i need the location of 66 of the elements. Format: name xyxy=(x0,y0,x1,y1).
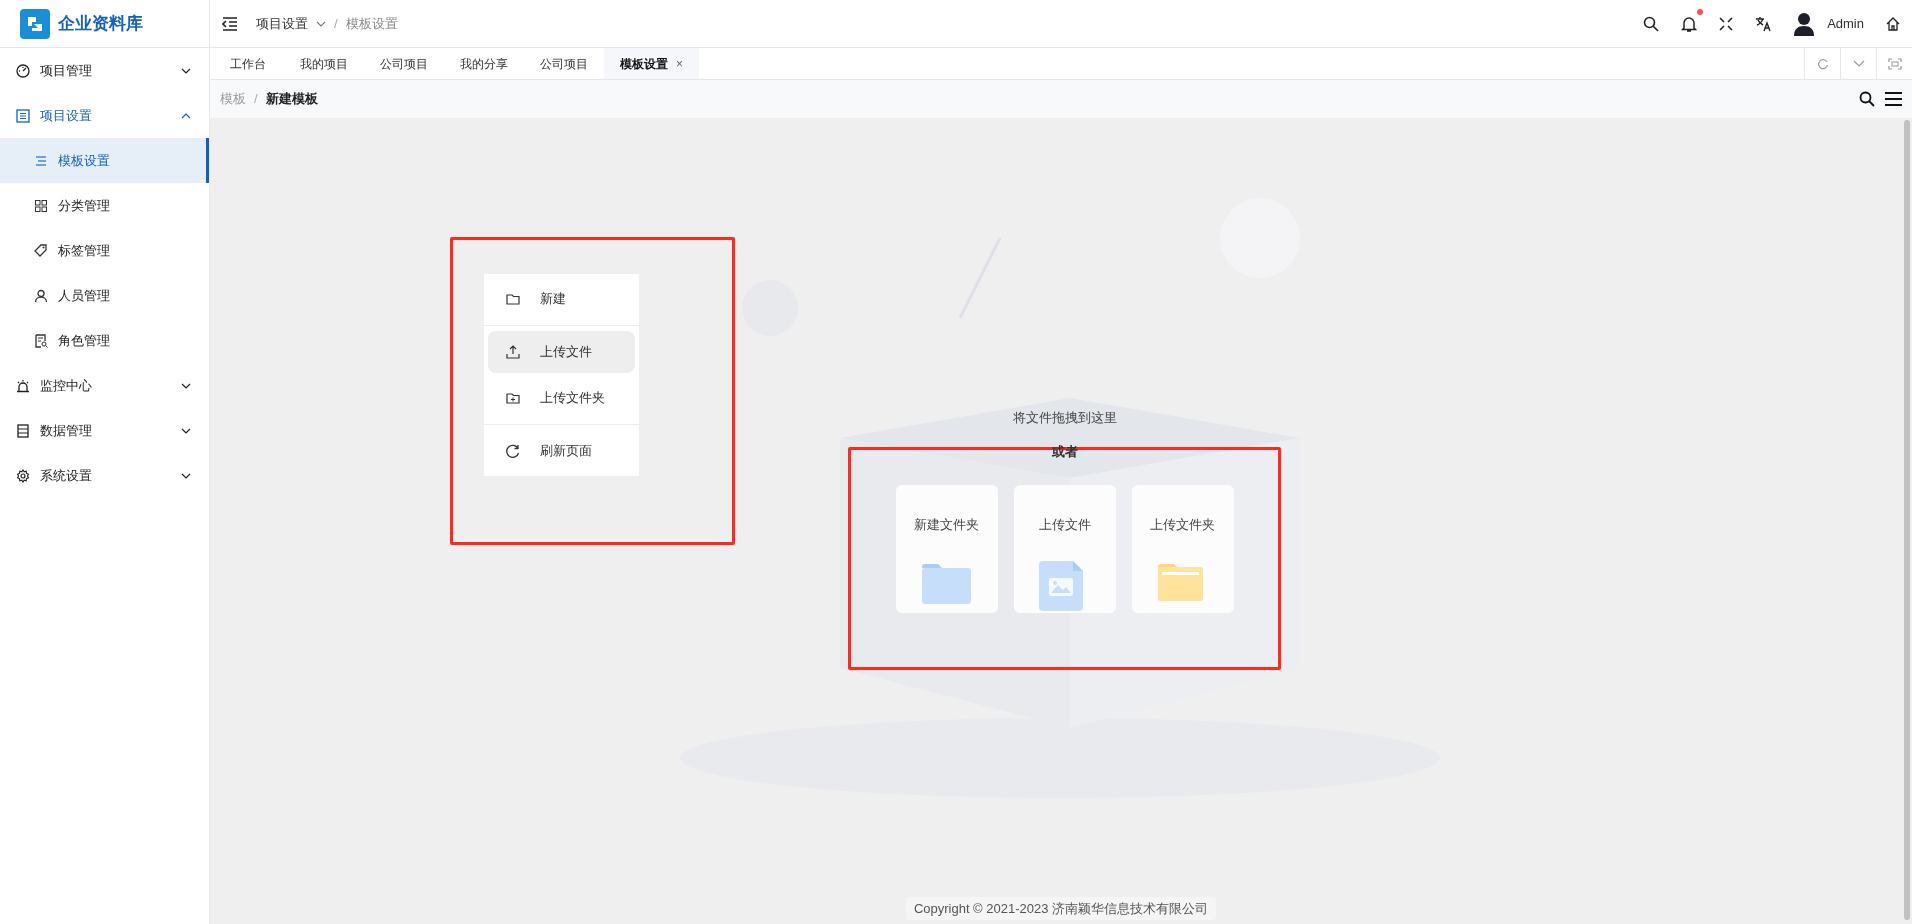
settings-icon xyxy=(16,468,30,483)
sidebar-item[interactable]: 监控中心 xyxy=(0,363,209,408)
document-search-icon xyxy=(34,333,48,348)
grid-icon xyxy=(34,198,48,213)
sidebar-item[interactable]: 分类管理 xyxy=(0,183,209,228)
sidebar-item[interactable]: 数据管理 xyxy=(0,408,209,453)
refresh-icon xyxy=(506,444,520,458)
alarm-icon xyxy=(16,378,30,393)
breadcrumb-item[interactable]: 项目设置 xyxy=(256,13,308,34)
user-avatar-icon[interactable] xyxy=(1793,11,1816,36)
tab[interactable]: 公司项目 xyxy=(524,48,604,79)
breadcrumb-separator: / xyxy=(254,90,258,109)
copyright-text: Copyright © 2021-2023 济南颖华信息技术有限公司 xyxy=(905,896,1217,920)
folder-plus-icon xyxy=(506,391,520,405)
sidebar-item[interactable]: 系统设置 xyxy=(0,453,209,498)
breadcrumb-item[interactable]: 模板设置 xyxy=(345,13,398,34)
chevron-down-icon xyxy=(181,427,191,434)
chevron-up-icon xyxy=(181,112,191,119)
breadcrumb-separator: / xyxy=(334,14,338,33)
lines-icon xyxy=(34,153,48,168)
person-icon xyxy=(34,288,48,303)
breadcrumb-item: 新建模板 xyxy=(265,90,318,109)
translate-icon[interactable] xyxy=(1755,15,1772,32)
folder-icon xyxy=(506,292,520,306)
chevron-down-icon xyxy=(181,382,191,389)
menu-icon[interactable] xyxy=(1885,92,1902,106)
tab[interactable]: 我的分享 xyxy=(444,48,524,79)
tab[interactable]: 我的项目 xyxy=(284,48,364,79)
upload-option-card[interactable]: 上传文件夹 xyxy=(1131,485,1234,613)
sidebar-item[interactable]: 项目设置 xyxy=(0,93,209,138)
scrollbar[interactable] xyxy=(1904,120,1910,920)
tab[interactable]: 公司项目 xyxy=(364,48,444,79)
search-icon[interactable] xyxy=(1643,15,1660,32)
user-name[interactable]: Admin xyxy=(1827,13,1864,34)
cabinet-icon xyxy=(16,423,30,438)
tag-icon xyxy=(34,243,48,258)
menu-item[interactable]: 上传文件夹 xyxy=(488,377,635,419)
app-logo-icon xyxy=(20,8,50,39)
tab[interactable]: 工作台 xyxy=(214,48,284,79)
chevron-down-icon xyxy=(181,472,191,479)
tab-label: 模板设置 xyxy=(620,55,668,73)
menu-item[interactable]: 刷新页面 xyxy=(488,430,635,472)
gauge-icon xyxy=(16,63,30,78)
menu-fold-icon[interactable] xyxy=(222,16,238,31)
sidebar-item[interactable]: 角色管理 xyxy=(0,318,209,363)
bell-icon[interactable] xyxy=(1681,14,1698,33)
chevron-down-icon[interactable] xyxy=(1852,59,1865,68)
home-icon[interactable] xyxy=(1886,16,1900,31)
upload-option-card[interactable]: 上传文件 xyxy=(1013,485,1116,613)
fullscreen-icon[interactable] xyxy=(1719,16,1734,31)
menu-item[interactable]: 新建 xyxy=(488,278,635,320)
upload-option-card[interactable]: 新建文件夹 xyxy=(895,485,998,613)
chevron-down-icon xyxy=(181,67,191,74)
sidebar-item[interactable]: 标签管理 xyxy=(0,228,209,273)
close-icon[interactable]: × xyxy=(676,54,683,73)
tab[interactable]: 模板设置 × xyxy=(604,48,699,79)
app-title: 企业资料库 xyxy=(58,12,143,35)
menu-item[interactable]: 上传文件 xyxy=(488,331,635,373)
drop-hint: 将文件拖拽到这里 xyxy=(1012,409,1117,427)
list-icon xyxy=(16,108,30,123)
sidebar-item[interactable]: 项目管理 xyxy=(0,48,209,93)
search-icon[interactable] xyxy=(1859,91,1875,107)
upload-icon xyxy=(506,345,520,359)
sidebar-item[interactable]: 模板设置 xyxy=(0,138,209,183)
refresh-icon[interactable] xyxy=(1816,57,1829,70)
sidebar-item[interactable]: 人员管理 xyxy=(0,273,209,318)
